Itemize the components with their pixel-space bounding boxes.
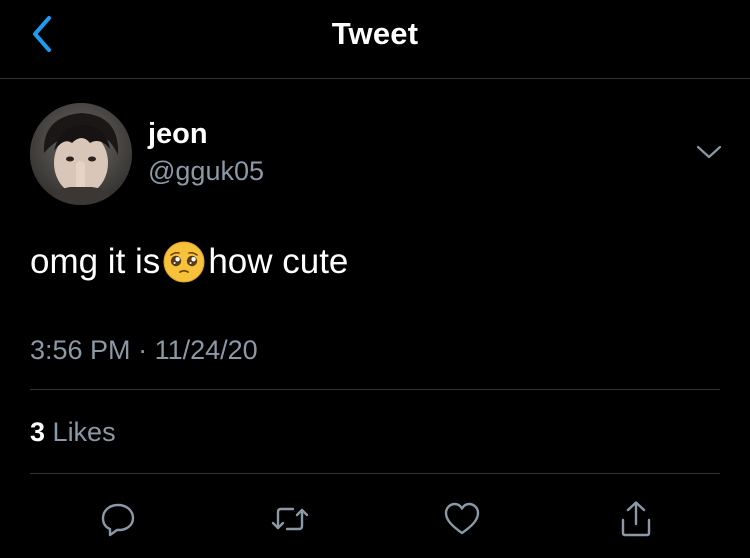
retweet-icon xyxy=(271,507,309,531)
likes-summary[interactable]: 3 Likes xyxy=(30,417,116,448)
like-button[interactable] xyxy=(440,497,484,541)
tweet-timestamp: 3:56 PM · 11/24/20 xyxy=(30,335,258,366)
likes-count: 3 xyxy=(30,417,46,447)
tweet-text-end: how cute xyxy=(208,242,349,281)
top-nav-bar: Tweet xyxy=(0,0,750,79)
reply-button[interactable] xyxy=(96,497,140,541)
author-handle[interactable]: @gguk05 xyxy=(148,156,264,187)
chevron-down-icon xyxy=(696,145,722,159)
meta-separator: · xyxy=(138,335,148,365)
divider xyxy=(30,389,720,390)
share-icon xyxy=(621,501,651,537)
page-title: Tweet xyxy=(331,16,419,51)
heart-icon xyxy=(444,502,480,535)
retweet-button[interactable] xyxy=(268,497,312,541)
tweet-body: omg it is how cute xyxy=(30,240,348,284)
tweet-time: 3:56 PM xyxy=(30,335,131,365)
tweet-action-bar xyxy=(0,497,750,541)
divider xyxy=(30,473,720,474)
tweet-date: 11/24/20 xyxy=(154,335,258,365)
reply-icon xyxy=(101,503,135,537)
likes-label: Likes xyxy=(52,417,116,447)
avatar-image xyxy=(30,103,132,205)
pleading-face-emoji xyxy=(163,241,205,283)
author-name[interactable]: jeon xyxy=(148,118,208,151)
tweet-text-start: omg it is xyxy=(30,242,161,281)
author-avatar[interactable] xyxy=(30,103,132,205)
more-options-button[interactable] xyxy=(694,140,724,164)
share-button[interactable] xyxy=(614,497,658,541)
